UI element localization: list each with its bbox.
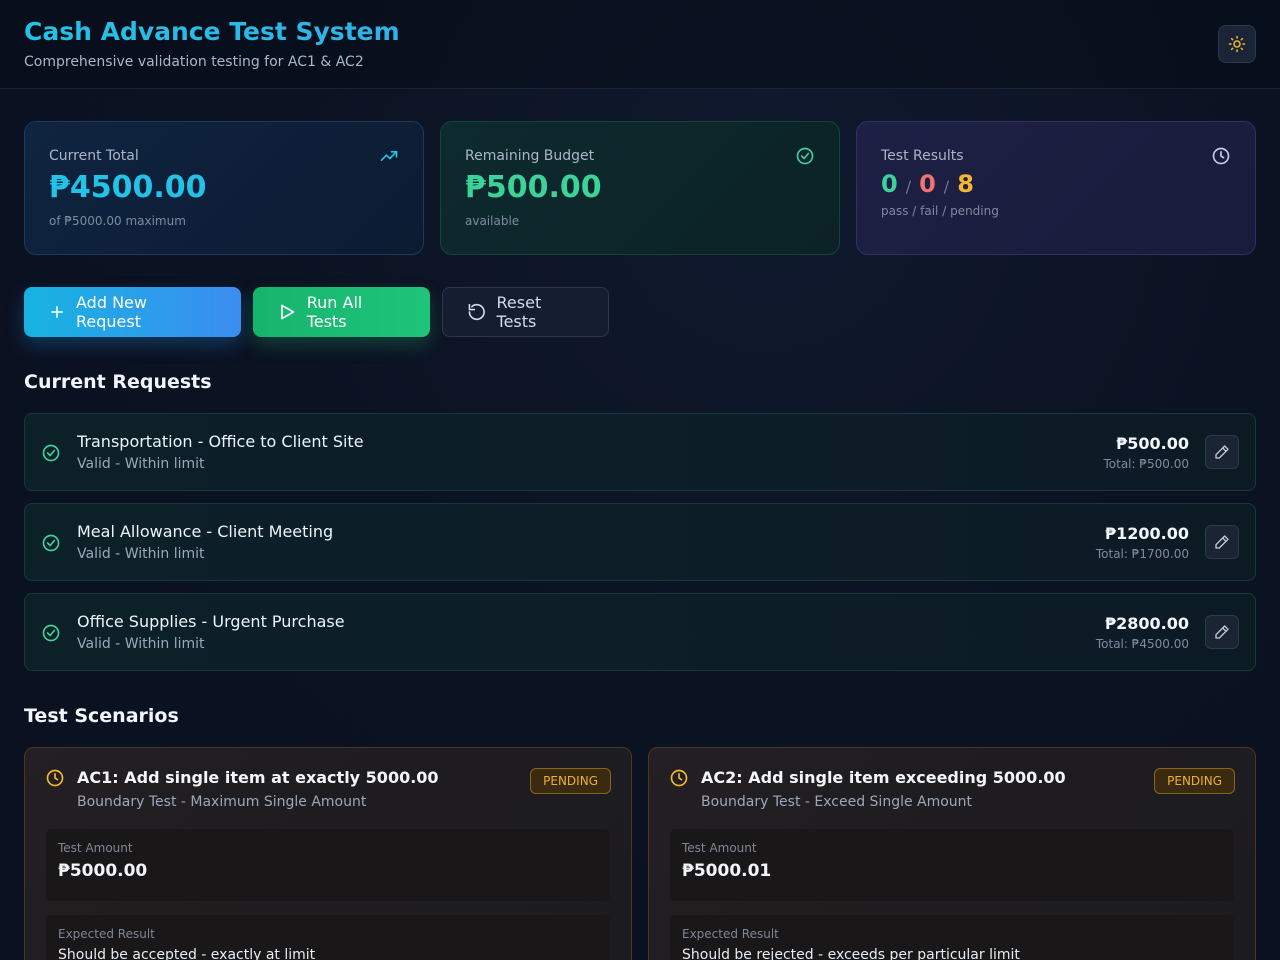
plus-icon (51, 306, 63, 318)
current-total-sub: of ₱5000.00 maximum (49, 214, 186, 228)
scenario-description: Boundary Test - Exceed Single Amount (701, 794, 973, 810)
expected-result-text: Should be rejected - exceeds per particu… (682, 947, 1020, 960)
request-running-total: Total: ₱1700.00 (1095, 547, 1189, 561)
expected-result-box: Expected Result Should be rejected - exc… (670, 915, 1234, 960)
pencil-icon (1215, 445, 1229, 459)
separator: / (943, 177, 950, 196)
request-name: Meal Allowance - Client Meeting (77, 522, 334, 541)
add-new-request-label: Add New Request (76, 293, 147, 331)
trending-up-icon (380, 151, 398, 161)
scenario-title: AC1: Add single item at exactly 5000.00 (77, 768, 439, 787)
request-status: Valid - Within limit (77, 546, 205, 562)
scenario-grid: AC1: Add single item at exactly 5000.00 … (24, 747, 1256, 960)
current-total-value: ₱4500.00 (49, 170, 207, 205)
test-amount-label: Test Amount (682, 841, 757, 855)
remaining-budget-value: ₱500.00 (465, 170, 602, 205)
test-scenarios-heading: Test Scenarios (24, 705, 179, 727)
remaining-budget-label: Remaining Budget (465, 148, 595, 164)
edit-request-button[interactable] (1205, 615, 1239, 649)
test-amount-box: Test Amount ₱5000.01 (670, 829, 1234, 901)
request-name: Transportation - Office to Client Site (77, 432, 364, 451)
edit-request-button[interactable] (1205, 525, 1239, 559)
test-amount-box: Test Amount ₱5000.00 (46, 829, 610, 901)
scenario-title: AC2: Add single item exceeding 5000.00 (701, 768, 1066, 787)
run-all-tests-label: Run All Tests (306, 293, 363, 331)
status-badge: PENDING (530, 768, 611, 794)
current-total-label: Current Total (49, 148, 139, 164)
separator: / (905, 177, 912, 196)
clock-icon (46, 769, 64, 787)
expected-result-label: Expected Result (58, 927, 155, 941)
test-results-counts: 0 / 0 / 8 (881, 170, 1231, 198)
sun-icon (1228, 35, 1246, 53)
theme-toggle-button[interactable] (1218, 25, 1256, 63)
test-results-label: Test Results (881, 148, 964, 164)
rotate-ccw-icon (468, 303, 485, 321)
test-results-sub: pass / fail / pending (881, 204, 999, 218)
request-name: Office Supplies - Urgent Purchase (77, 612, 345, 631)
fail-count: 0 (919, 170, 936, 198)
status-badge: PENDING (1154, 768, 1235, 794)
reset-tests-label: Reset Tests (496, 293, 542, 331)
check-circle-icon (42, 534, 60, 552)
app-subtitle: Comprehensive validation testing for AC1… (24, 54, 364, 70)
request-row: Meal Allowance - Client Meeting Valid - … (24, 503, 1256, 581)
test-amount-value: ₱5000.00 (58, 861, 148, 881)
reset-tests-button[interactable]: Reset Tests (442, 287, 609, 337)
request-amount: ₱1200.00 (1104, 524, 1189, 543)
current-total-card: Current Total ₱4500.00 of ₱5000.00 maxim… (24, 121, 424, 255)
request-list: Transportation - Office to Client Site V… (24, 413, 1256, 683)
expected-result-box: Expected Result Should be accepted - exa… (46, 915, 610, 960)
pass-count: 0 (881, 170, 898, 198)
pencil-icon (1215, 535, 1229, 549)
check-circle-icon (42, 624, 60, 642)
app-title: Cash Advance Test System (24, 16, 1256, 48)
pencil-icon (1215, 625, 1229, 639)
stats-row: Current Total ₱4500.00 of ₱5000.00 maxim… (24, 121, 1256, 255)
edit-request-button[interactable] (1205, 435, 1239, 469)
scenario-card: AC2: Add single item exceeding 5000.00 B… (648, 747, 1256, 960)
run-all-tests-button[interactable]: Run All Tests (253, 287, 430, 337)
check-circle-icon (42, 444, 60, 462)
test-amount-value: ₱5000.01 (682, 861, 772, 881)
test-results-card: Test Results 0 / 0 / 8 pass / fail / pen… (856, 121, 1256, 255)
request-running-total: Total: ₱4500.00 (1095, 637, 1189, 651)
action-bar: Add New Request Run All Tests Reset Test… (24, 287, 609, 337)
request-amount: ₱2800.00 (1104, 614, 1189, 633)
current-requests-heading: Current Requests (24, 371, 212, 393)
scenario-description: Boundary Test - Maximum Single Amount (77, 794, 367, 810)
test-amount-label: Test Amount (58, 841, 133, 855)
request-row: Office Supplies - Urgent Purchase Valid … (24, 593, 1256, 671)
remaining-budget-sub: available (465, 214, 520, 228)
request-status: Valid - Within limit (77, 456, 205, 472)
play-icon (281, 304, 295, 320)
pending-count: 8 (957, 170, 974, 198)
app-header: Cash Advance Test System Comprehensive v… (0, 0, 1280, 89)
request-row: Transportation - Office to Client Site V… (24, 413, 1256, 491)
remaining-budget-card: Remaining Budget ₱500.00 available (440, 121, 840, 255)
expected-result-text: Should be accepted - exactly at limit (58, 947, 316, 960)
clock-icon (670, 769, 688, 787)
request-status: Valid - Within limit (77, 636, 205, 652)
request-amount: ₱500.00 (1116, 434, 1189, 453)
expected-result-label: Expected Result (682, 927, 779, 941)
request-running-total: Total: ₱500.00 (1103, 457, 1189, 471)
check-circle-icon (796, 147, 814, 165)
clock-icon (1212, 147, 1230, 165)
scenario-card: AC1: Add single item at exactly 5000.00 … (24, 747, 632, 960)
add-new-request-button[interactable]: Add New Request (24, 287, 241, 337)
